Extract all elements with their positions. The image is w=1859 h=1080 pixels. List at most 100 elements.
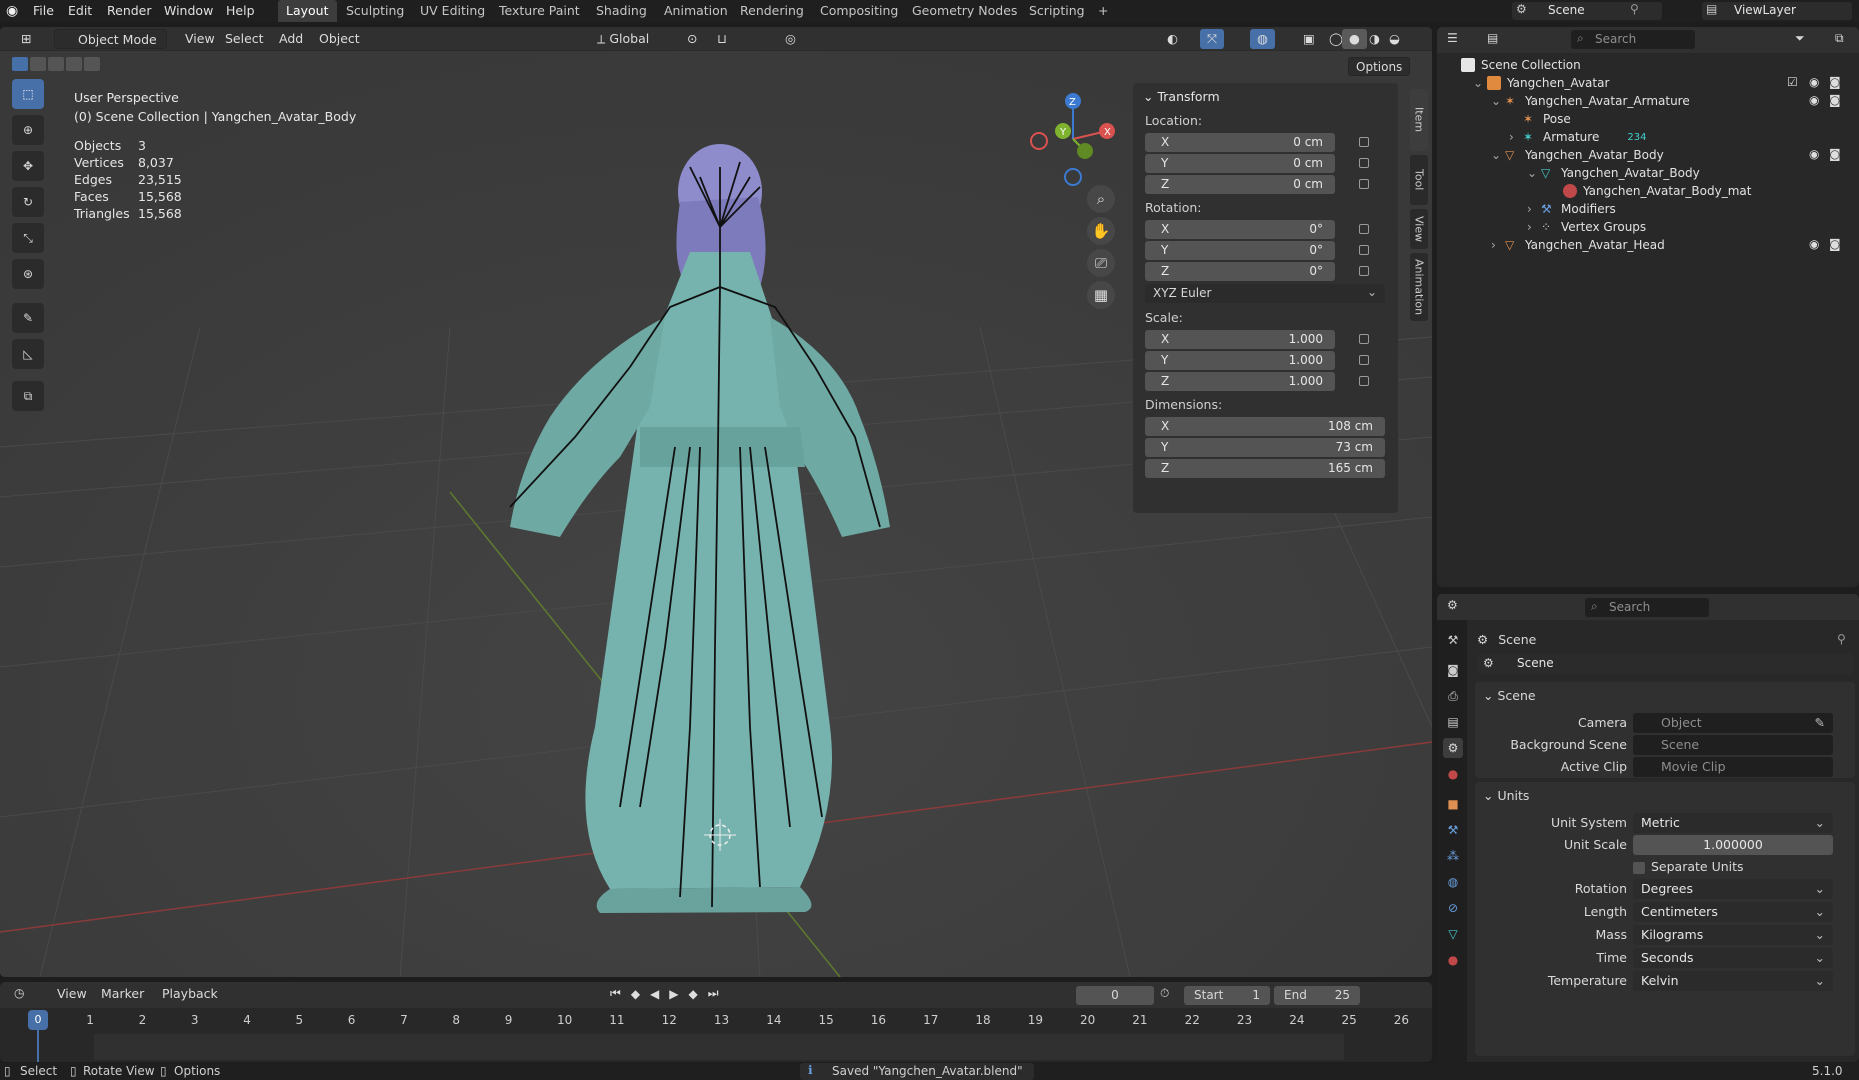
checkbox-icon[interactable]: ☑ (1787, 75, 1798, 89)
output-tab-icon[interactable]: ⎙ (1443, 686, 1463, 706)
lock-icon[interactable] (1359, 224, 1369, 234)
tab-shading[interactable]: Shading (588, 0, 655, 22)
gizmo-toggle-icon[interactable]: ⤧ (1200, 29, 1225, 49)
play-icon[interactable]: ▶ (669, 987, 678, 1001)
eye-icon[interactable]: ◉ (1809, 147, 1819, 161)
units-section-header[interactable]: ⌄ Units (1483, 788, 1529, 803)
viewport-menu-add[interactable]: Add (272, 29, 310, 49)
blender-logo-icon[interactable]: ◉ (6, 3, 22, 19)
select-new-icon[interactable] (12, 57, 28, 71)
rendered-shading-icon[interactable]: ◒ (1382, 29, 1407, 49)
lock-icon[interactable] (1359, 266, 1369, 276)
timeline-menu-marker[interactable]: Marker (94, 984, 151, 1004)
lock-icon[interactable] (1359, 179, 1369, 189)
tab-layout[interactable]: Layout (278, 0, 337, 22)
snap-icon[interactable]: ⊔ (710, 29, 734, 49)
physics-tab-icon[interactable]: ◍ (1443, 872, 1463, 892)
lock-icon[interactable] (1359, 334, 1369, 344)
sidebar-tab-view[interactable]: View (1410, 209, 1428, 249)
overlay-toggle-icon[interactable]: ◍ (1250, 29, 1275, 49)
background-scene-field[interactable]: Scene (1633, 735, 1833, 755)
orientation-dropdown[interactable]: ⟂ Global (590, 29, 670, 49)
active-clip-field[interactable]: Movie Clip (1633, 757, 1833, 777)
zoom-icon[interactable]: ⌕ (1087, 185, 1115, 213)
rotate-tool-icon[interactable]: ↻ (12, 187, 44, 217)
render-tab-icon[interactable]: ◙ (1443, 660, 1463, 680)
mass-units-dropdown[interactable]: Kilograms ⌄ (1633, 925, 1833, 945)
lock-icon[interactable] (1359, 158, 1369, 168)
outliner-item-collection[interactable]: ⌄ Yangchen_Avatar (1473, 73, 1609, 93)
material-tab-icon[interactable]: ● (1443, 950, 1463, 970)
tab-geometry-nodes[interactable]: Geometry Nodes (904, 0, 1025, 22)
dimensions-y-field[interactable]: Y 73 cm (1145, 438, 1385, 457)
location-z-field[interactable]: Z 0 cm (1145, 175, 1335, 194)
tab-compositing[interactable]: Compositing (812, 0, 906, 22)
scene-tab-icon[interactable]: ⚙ (1443, 738, 1463, 758)
tab-rendering[interactable]: Rendering (732, 0, 812, 22)
outliner-item-body-mesh[interactable]: ⌄ ▽ Yangchen_Avatar_Body (1527, 163, 1700, 183)
measure-tool-icon[interactable]: ◺ (12, 339, 44, 369)
editor-type-icon[interactable]: ⚙ (1447, 598, 1458, 612)
modifiers-tab-icon[interactable]: ⚒ (1443, 820, 1463, 840)
rotation-x-field[interactable]: X 0° (1145, 220, 1335, 239)
filter-icon[interactable]: ⏷ (1795, 31, 1805, 46)
options-button[interactable]: Options (1348, 57, 1411, 76)
scale-z-field[interactable]: Z 1.000 (1145, 372, 1335, 391)
unit-scale-field[interactable]: 1.000000 (1633, 835, 1833, 855)
rotation-mode-dropdown[interactable]: XYZ Euler ⌄ (1145, 284, 1385, 303)
add-workspace-button[interactable]: + (1090, 0, 1116, 22)
menu-file[interactable]: File (33, 3, 54, 18)
frame-ruler[interactable]: 0123456789101112131415161718192021222324… (0, 1010, 1432, 1032)
rotation-z-field[interactable]: Z 0° (1145, 262, 1335, 281)
time-units-dropdown[interactable]: Seconds ⌄ (1633, 948, 1833, 968)
tab-sculpting[interactable]: Sculpting (338, 0, 412, 22)
outliner-item-body[interactable]: ⌄ ▽ Yangchen_Avatar_Body (1491, 145, 1664, 165)
select-subtract-icon[interactable] (48, 57, 64, 71)
lock-icon[interactable] (1359, 355, 1369, 365)
menu-edit[interactable]: Edit (68, 3, 92, 18)
sidebar-tab-item[interactable]: Item (1410, 89, 1428, 151)
transform-header[interactable]: ⌄ Transform (1143, 89, 1220, 104)
editor-type-icon[interactable]: ☰ (1447, 31, 1458, 45)
tab-scripting[interactable]: Scripting (1021, 0, 1093, 22)
start-frame-field[interactable]: Start 1 (1184, 986, 1270, 1005)
menu-window[interactable]: Window (164, 3, 213, 18)
camera-icon[interactable]: ◙ (1829, 93, 1841, 107)
outliner-item-vertex-groups[interactable]: › ⁘ Vertex Groups (1527, 217, 1646, 237)
pivot-icon[interactable]: ⊙ (680, 29, 704, 49)
visibility-icon[interactable]: ◐ (1160, 29, 1185, 49)
timeline-menu-view[interactable]: View (50, 984, 94, 1004)
rotation-y-field[interactable]: Y 0° (1145, 241, 1335, 260)
menu-help[interactable]: Help (226, 3, 255, 18)
outliner-root[interactable]: Scene Collection (1461, 55, 1581, 75)
location-x-field[interactable]: X 0 cm (1145, 133, 1335, 152)
unit-system-dropdown[interactable]: Metric ⌄ (1633, 813, 1833, 833)
world-tab-icon[interactable]: ● (1443, 764, 1463, 784)
view-layer-tab-icon[interactable]: ▤ (1443, 712, 1463, 732)
eye-icon[interactable]: ◉ (1809, 75, 1819, 89)
temperature-units-dropdown[interactable]: Kelvin ⌄ (1633, 971, 1833, 991)
next-keyframe-icon[interactable]: ◆ (689, 987, 698, 1001)
play-reverse-icon[interactable]: ◀ (650, 987, 659, 1001)
camera-icon[interactable]: ◙ (1829, 75, 1841, 89)
lock-icon[interactable] (1359, 376, 1369, 386)
length-units-dropdown[interactable]: Centimeters ⌄ (1633, 902, 1833, 922)
properties-search-input[interactable]: ⌕ Search (1585, 598, 1709, 617)
scale-tool-icon[interactable]: ⤡ (12, 223, 44, 253)
timeline-menu-playback[interactable]: Playback (155, 984, 225, 1004)
display-mode-icon[interactable]: ▤ (1487, 31, 1498, 45)
tool-tab-icon[interactable]: ⚒ (1443, 630, 1463, 650)
editor-type-icon[interactable]: ⊞ (14, 29, 40, 49)
particles-tab-icon[interactable]: ⁂ (1443, 846, 1463, 866)
proportional-edit-icon[interactable]: ◎ (778, 29, 803, 49)
scene-selector[interactable]: ⚙ Scene ⚲ (1512, 2, 1662, 20)
mode-dropdown[interactable]: Object Mode (54, 29, 167, 49)
outliner-item-pose[interactable]: ✶ Pose (1523, 109, 1571, 129)
eye-icon[interactable]: ◉ (1809, 93, 1819, 107)
prev-keyframe-icon[interactable]: ◆ (631, 987, 640, 1001)
viewport-menu-select[interactable]: Select (218, 29, 271, 49)
camera-icon[interactable]: ◙ (1829, 237, 1841, 251)
end-frame-field[interactable]: End 25 (1274, 986, 1360, 1005)
new-collection-icon[interactable]: ⧉ (1835, 31, 1844, 46)
constraints-tab-icon[interactable]: ⊘ (1443, 898, 1463, 918)
